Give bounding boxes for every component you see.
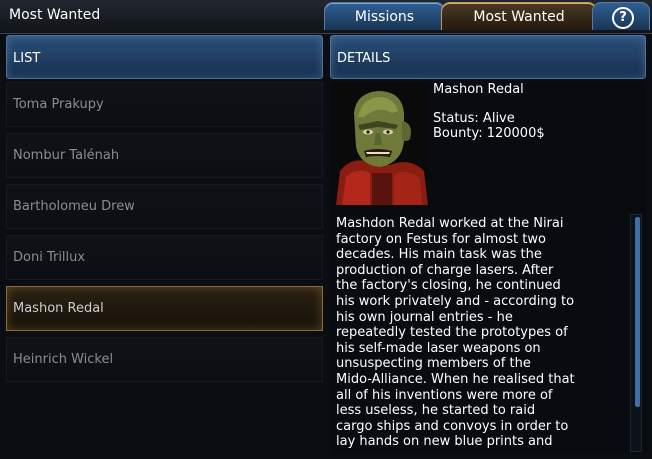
help-icon: ? [612, 7, 634, 29]
target-bounty: Bounty: 120000$ [433, 126, 545, 141]
bio-line: production of charge lasers. After [336, 262, 554, 278]
bio-line: Mido-Alliance. When he realised that [336, 371, 575, 387]
bio-line: lay hands on new blue prints and [336, 434, 553, 448]
list-item-label: Bartholomeu Drew [13, 199, 135, 214]
tab-most-wanted[interactable]: Most Wanted [441, 2, 597, 30]
details-area: Mashon Redal Status: Alive Bounty: 12000… [330, 82, 646, 454]
title-bar: Most Wanted Missions Most Wanted ? [0, 0, 652, 34]
bio-line: unsuspecting members of the [336, 356, 531, 372]
list-item-label: Heinrich Wickel [13, 352, 114, 367]
tab-help[interactable]: ? [592, 2, 650, 30]
bio-line: factory on Festus for almost two [336, 231, 546, 247]
details-header-label: DETAILS [337, 51, 391, 66]
list-item-bartholomeu-drew[interactable]: Bartholomeu Drew [6, 184, 323, 229]
bio-scrollbar-thumb[interactable] [635, 217, 640, 407]
list-item-label: Nombur Talénah [13, 148, 120, 163]
bio-line: his own journal entries - he [336, 309, 513, 325]
bio-line: Mashdon Redal worked at the Nirai [336, 216, 564, 231]
list-item-label: Doni Trillux [13, 250, 86, 265]
bio-line: his work privately and - according to [336, 293, 575, 309]
list-item-mashon-redal[interactable]: Mashon Redal [6, 286, 323, 331]
portrait-image [332, 83, 428, 205]
list-header-label: LIST [13, 51, 41, 66]
bio-line: the factory's closing, he continued [336, 278, 561, 294]
list-item-toma-prakupy[interactable]: Toma Prakupy [6, 82, 323, 127]
bio-line: decades. His main task was the [336, 247, 542, 263]
bio-line: less useless, he started to raid [336, 403, 536, 419]
bio-line: all of his inventions were more of [336, 387, 553, 403]
bio-line: his self-made laser weapons on [336, 340, 541, 356]
target-biography: Mashdon Redal worked at the Nirai factor… [336, 216, 626, 448]
list-panel-header: LIST [6, 35, 323, 79]
list-item-doni-trillux[interactable]: Doni Trillux [6, 235, 323, 280]
list-item-label: Toma Prakupy [13, 97, 104, 112]
list-item-heinrich-wickel[interactable]: Heinrich Wickel [6, 337, 323, 382]
details-panel-header: DETAILS [330, 35, 646, 79]
bio-line: cargo ships and convoys in order to [336, 418, 569, 434]
window-title: Most Wanted [9, 7, 101, 23]
tab-missions[interactable]: Missions [324, 2, 445, 30]
list-item-label: Mashon Redal [13, 301, 104, 316]
target-status: Status: Alive [433, 111, 515, 126]
target-name: Mashon Redal [433, 82, 524, 97]
bio-line: repeatedly tested the prototypes of [336, 325, 568, 341]
list-item-nombur-talenah[interactable]: Nombur Talénah [6, 133, 323, 178]
